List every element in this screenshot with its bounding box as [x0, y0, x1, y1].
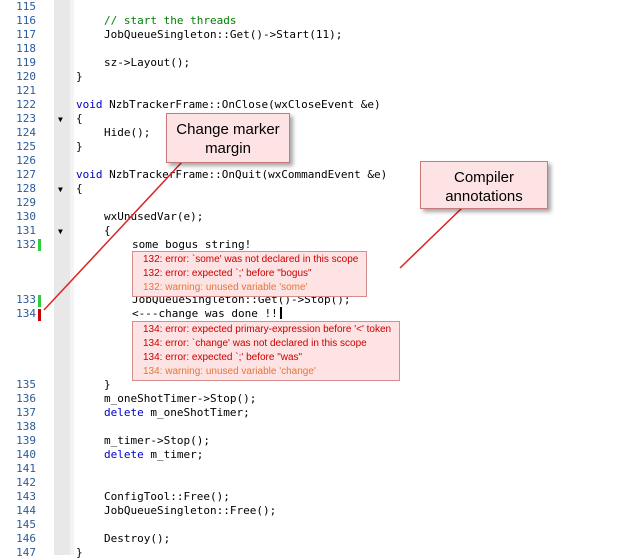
callout-text: Change marker margin: [176, 121, 280, 157]
line-number: 138: [16, 420, 36, 433]
line-number: 137: [16, 406, 36, 419]
annotation-error: 132: error: expected `;' before "bogus": [143, 268, 312, 279]
change-marker-unsaved: [38, 309, 41, 321]
line-number: 143: [16, 490, 36, 503]
code-line[interactable]: m_oneShotTimer->Stop();: [104, 392, 256, 406]
code-line[interactable]: {: [76, 112, 83, 126]
code-line[interactable]: ConfigTool::Free();: [104, 490, 230, 504]
line-number: 117: [16, 28, 36, 41]
annotation-error: 134: error: expected primary-expression …: [143, 324, 392, 335]
line-number: 132: [16, 238, 36, 251]
code-line[interactable]: <---change was done !!: [132, 307, 282, 321]
fold-toggle-icon[interactable]: ▼: [58, 225, 63, 239]
line-number: 115: [16, 0, 36, 13]
line-number: 147: [16, 546, 36, 559]
code-line[interactable]: sz->Layout();: [104, 56, 190, 70]
annotation-error: 132: error: `some' was not declared in t…: [143, 254, 359, 265]
annotations-pointer-line: [399, 207, 463, 269]
code-line[interactable]: {: [104, 224, 111, 238]
fold-toggle-icon[interactable]: ▼: [58, 183, 63, 197]
change-margin: [70, 0, 74, 555]
code-line[interactable]: {: [76, 182, 83, 196]
annotation-warning: 134: warning: unused variable 'change': [143, 366, 316, 377]
line-number: 145: [16, 518, 36, 531]
annotation-error: 134: error: expected `;' before "was": [143, 352, 303, 363]
code-line[interactable]: // start the threads: [104, 14, 236, 28]
callout-change-marker-margin: Change marker margin: [166, 113, 290, 163]
line-number: 125: [16, 140, 36, 153]
code-line[interactable]: JobQueueSingleton::Free();: [104, 504, 276, 518]
line-number: 128: [16, 182, 36, 195]
code-line[interactable]: void NzbTrackerFrame::OnQuit(wxCommandEv…: [76, 168, 387, 182]
line-number: 124: [16, 126, 36, 139]
line-number: 129: [16, 196, 36, 209]
line-number: 144: [16, 504, 36, 517]
line-number: 127: [16, 168, 36, 181]
code-line[interactable]: delete m_timer;: [104, 448, 203, 462]
code-line[interactable]: some bogus string!: [132, 238, 251, 252]
line-number: 133: [16, 293, 36, 306]
code-line[interactable]: }: [76, 140, 83, 154]
code-line[interactable]: Destroy();: [104, 532, 170, 546]
compiler-annotation-132: 132: error: `some' was not declared in t…: [132, 251, 368, 297]
line-number: 135: [16, 378, 36, 391]
line-number: 140: [16, 448, 36, 461]
change-marker-saved: [38, 295, 41, 307]
code-line[interactable]: }: [76, 70, 83, 84]
line-number: 121: [16, 84, 36, 97]
line-number: 126: [16, 154, 36, 167]
annotation-error: 134: error: `change' was not declared in…: [143, 338, 367, 349]
line-number: 120: [16, 70, 36, 83]
line-number: 123: [16, 112, 36, 125]
fold-toggle-icon[interactable]: ▼: [58, 113, 63, 127]
code-line[interactable]: Hide();: [104, 126, 150, 140]
line-number: 130: [16, 210, 36, 223]
line-number: 142: [16, 476, 36, 489]
callout-compiler-annotations: Compiler annotations: [420, 161, 548, 209]
line-number: 146: [16, 532, 36, 545]
code-line[interactable]: JobQueueSingleton::Get()->Start(11);: [104, 28, 342, 42]
code-line[interactable]: }: [104, 378, 111, 392]
code-line[interactable]: m_timer->Stop();: [104, 434, 210, 448]
line-number: 116: [16, 14, 36, 27]
fold-margin[interactable]: [54, 0, 70, 555]
line-number: 118: [16, 42, 36, 55]
line-number: 141: [16, 462, 36, 475]
change-marker-saved: [38, 239, 41, 251]
code-line[interactable]: }: [76, 546, 83, 560]
compiler-annotation-134: 134: error: expected primary-expression …: [132, 321, 401, 381]
text-cursor: [279, 307, 282, 319]
line-number: 134: [16, 307, 36, 320]
annotation-warning: 132: warning: unused variable 'some': [143, 282, 308, 293]
line-number: 131: [16, 224, 36, 237]
line-number: 122: [16, 98, 36, 111]
code-line[interactable]: wxUnusedVar(e);: [104, 210, 203, 224]
line-number: 136: [16, 392, 36, 405]
line-number: 119: [16, 56, 36, 69]
code-line[interactable]: void NzbTrackerFrame::OnClose(wxCloseEve…: [76, 98, 381, 112]
callout-text: Compiler annotations: [445, 169, 523, 205]
code-line[interactable]: delete m_oneShotTimer;: [104, 406, 250, 420]
line-number: 139: [16, 434, 36, 447]
